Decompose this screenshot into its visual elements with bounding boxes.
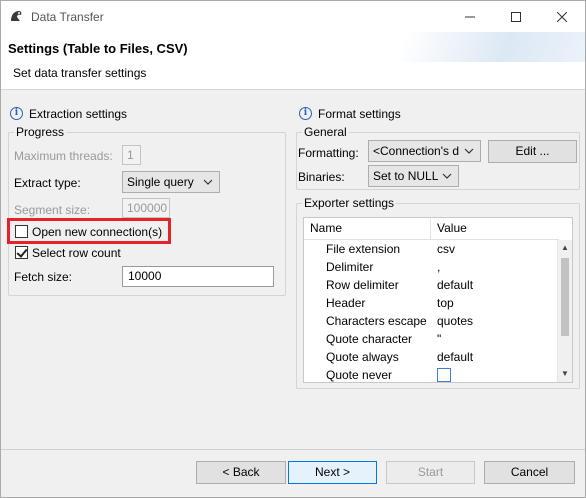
- edit-button[interactable]: Edit ...: [488, 140, 577, 163]
- row-name: Delimiter: [326, 260, 374, 274]
- row-name: Quote character: [326, 332, 413, 346]
- row-name: Header: [326, 296, 366, 310]
- formatting-value: <Connection's d: [373, 144, 460, 158]
- scrollbar-thumb[interactable]: [561, 258, 569, 336]
- segment-size-label: Segment size:: [14, 203, 91, 217]
- binaries-value: Set to NULL: [373, 169, 439, 183]
- next-button[interactable]: Next >: [288, 461, 377, 484]
- back-button[interactable]: < Back: [196, 461, 286, 484]
- formatting-select[interactable]: <Connection's d: [368, 140, 481, 162]
- row-value: top: [437, 296, 454, 310]
- exporter-settings-table[interactable]: Name Value File extension csv Delimiter …: [303, 217, 573, 383]
- row-value: ": [437, 332, 442, 346]
- max-threads-label: Maximum threads:: [14, 149, 113, 163]
- exporter-settings-label: Exporter settings: [302, 196, 397, 210]
- banner-decoration: [385, 32, 585, 62]
- row-value: quotes: [437, 314, 474, 328]
- close-button[interactable]: [539, 1, 585, 32]
- open-new-connection-label: Open new connection(s): [32, 225, 163, 239]
- row-value: ,: [437, 260, 441, 274]
- max-threads-spinner[interactable]: 1: [122, 145, 141, 165]
- format-settings-title: Format settings: [318, 107, 401, 121]
- maximize-icon: [511, 11, 521, 22]
- select-row-count-checkbox[interactable]: [15, 246, 28, 259]
- close-icon: [557, 11, 567, 22]
- page-title: Settings (Table to Files, CSV): [8, 41, 188, 56]
- cancel-button[interactable]: Cancel: [484, 461, 575, 484]
- column-header-value[interactable]: Value: [430, 218, 559, 240]
- chevron-down-icon: [464, 148, 474, 154]
- chevron-down-icon: [442, 173, 452, 179]
- quote-never-checkbox[interactable]: [437, 368, 451, 382]
- row-value: default: [437, 278, 474, 292]
- title-bar: Data Transfer: [1, 1, 585, 32]
- info-icon: i: [10, 107, 23, 120]
- general-group-label: General: [302, 125, 349, 139]
- row-value: default: [437, 350, 474, 364]
- row-name: Quote never: [326, 368, 393, 382]
- scroll-up-icon[interactable]: ▲: [560, 243, 570, 253]
- binaries-label: Binaries:: [298, 170, 345, 184]
- column-header-name[interactable]: Name: [304, 218, 430, 240]
- info-icon: i: [299, 107, 312, 120]
- row-name: File extension: [326, 242, 401, 256]
- select-row-count-label: Select row count: [32, 246, 121, 260]
- scroll-down-icon[interactable]: ▼: [560, 369, 570, 379]
- window-title: Data Transfer: [31, 10, 104, 24]
- data-transfer-window: Data Transfer Settings (Table to Files, …: [0, 0, 586, 498]
- chevron-down-icon: [203, 179, 213, 185]
- row-name: Row delimiter: [326, 278, 399, 292]
- segment-size-spinner[interactable]: 100000: [122, 198, 170, 218]
- row-name: Characters escape: [326, 314, 427, 328]
- fetch-size-label: Fetch size:: [14, 270, 73, 284]
- binaries-select[interactable]: Set to NULL: [368, 165, 459, 187]
- extract-type-select[interactable]: Single query: [122, 171, 220, 193]
- footer-separator: [1, 449, 585, 450]
- page-subtitle: Set data transfer settings: [13, 66, 147, 80]
- dbeaver-app-icon: [11, 11, 22, 21]
- extract-type-label: Extract type:: [14, 176, 81, 190]
- table-scrollbar[interactable]: ▲ ▼: [557, 240, 572, 382]
- extraction-settings-title: Extraction settings: [29, 107, 128, 121]
- minimize-icon: [465, 16, 475, 17]
- wizard-banner: Settings (Table to Files, CSV) Set data …: [1, 32, 585, 90]
- progress-group-label: Progress: [14, 125, 67, 139]
- extract-type-value: Single query: [127, 175, 194, 189]
- minimize-button[interactable]: [447, 1, 493, 32]
- row-name: Quote always: [326, 350, 399, 364]
- fetch-size-input[interactable]: 10000: [122, 266, 274, 287]
- start-button[interactable]: Start: [386, 461, 475, 484]
- maximize-button[interactable]: [493, 1, 539, 32]
- formatting-label: Formatting:: [298, 146, 359, 160]
- open-new-connection-checkbox[interactable]: [15, 225, 28, 238]
- row-value: csv: [437, 242, 455, 256]
